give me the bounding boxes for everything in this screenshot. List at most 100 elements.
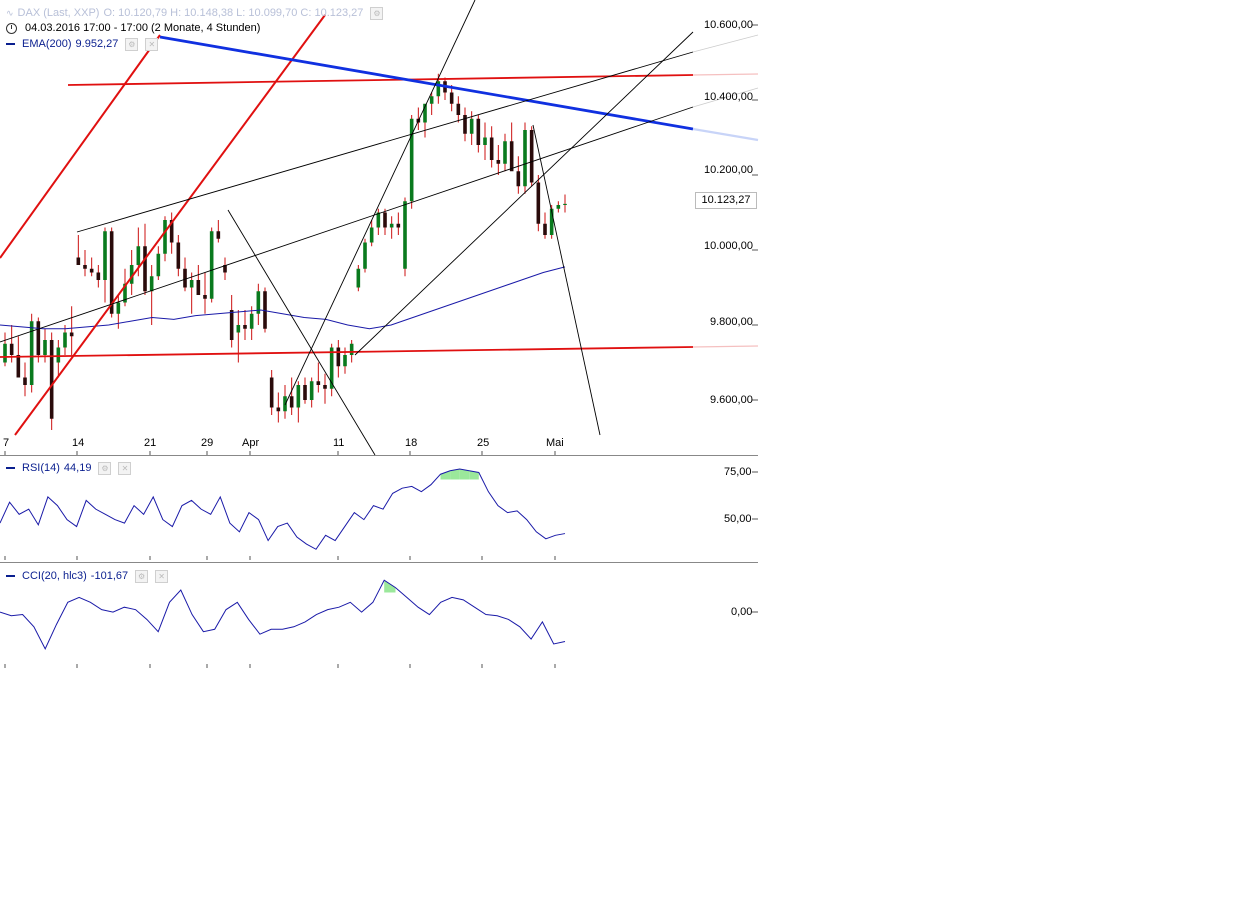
- rsi-line: [0, 468, 566, 550]
- trend-line: [692, 34, 759, 53]
- candle-body: [49, 340, 54, 419]
- time-tick: 11: [333, 437, 345, 449]
- time-tick: Mai: [546, 437, 564, 449]
- cci-value: -101,67: [90, 570, 129, 582]
- rsi-close-icon[interactable]: ✕: [118, 461, 132, 475]
- candle-body: [136, 246, 141, 265]
- ema-value: 9.952,27: [75, 38, 119, 50]
- candle-body: [9, 343, 14, 355]
- ohlc-values: O: 10.120,79 H: 10.148,38 L: 10.099,70 C…: [103, 7, 364, 19]
- candle-body: [369, 227, 374, 243]
- candle-body: [96, 272, 101, 280]
- period-text: 04.03.2016 17:00 - 17:00 (2 Monate, 4 St…: [25, 22, 261, 34]
- candle-body: [363, 242, 367, 269]
- cci-legend: CCI(20, hlc3) -101,67 ⚙ ✕: [6, 569, 169, 583]
- candle-body: [489, 137, 494, 160]
- candle-body: [36, 321, 41, 355]
- cci-line: [0, 579, 566, 650]
- candle-body: [229, 310, 234, 340]
- candle-body: [276, 407, 281, 412]
- candle-body: [483, 137, 487, 145]
- candle-body: [516, 171, 521, 187]
- candle-body: [523, 130, 527, 187]
- candle-body: [103, 231, 107, 280]
- price-tick: 10.600,00: [704, 19, 753, 31]
- candle-body: [316, 381, 321, 385]
- trend-line: [692, 345, 759, 348]
- trend-line: [227, 209, 376, 456]
- candle-body: [236, 325, 241, 333]
- time-tick: 7: [3, 437, 10, 449]
- rsi-label: RSI(14): [22, 462, 60, 474]
- candle-body: [189, 280, 194, 288]
- cci-close-icon[interactable]: ✕: [155, 569, 169, 583]
- candle-body: [543, 223, 547, 235]
- candle-body: [283, 396, 287, 412]
- candle-body: [563, 203, 567, 205]
- candle-body: [296, 385, 301, 408]
- candle-body: [349, 343, 354, 355]
- time-tick: 18: [405, 437, 418, 449]
- candle-body: [469, 118, 474, 134]
- candle-body: [409, 118, 414, 202]
- candle-body: [243, 325, 247, 329]
- candle-body: [69, 332, 74, 337]
- candle-body: [269, 377, 274, 408]
- time-tick: 14: [72, 437, 85, 449]
- candle-body: [63, 332, 67, 348]
- time-tick: 29: [201, 437, 214, 449]
- candle-body: [209, 231, 214, 299]
- time-tick: 25: [477, 437, 490, 449]
- ema-settings-icon[interactable]: ⚙: [125, 37, 139, 51]
- rsi-settings-icon[interactable]: ⚙: [98, 461, 112, 475]
- candle-body: [403, 201, 407, 269]
- rsi-tick: 75,00: [724, 466, 752, 478]
- candle-body: [336, 347, 341, 367]
- candle-body: [396, 223, 401, 228]
- candle-body: [476, 118, 481, 145]
- candle-body: [149, 276, 154, 292]
- rsi-value: 44,19: [63, 462, 92, 474]
- rsi-legend: RSI(14) 44,19 ⚙ ✕: [6, 461, 132, 475]
- candle-body: [56, 347, 61, 363]
- candle-body: [303, 385, 307, 400]
- candle-body: [216, 231, 221, 239]
- price-tick: 10.000,00: [704, 240, 753, 252]
- candle-body: [389, 223, 394, 228]
- trend-line: [0, 34, 161, 259]
- price-tick: 10.200,00: [704, 164, 753, 176]
- candle-body: [289, 396, 294, 408]
- ema-legend: EMA(200) 9.952,27 ⚙ ✕: [6, 37, 159, 51]
- candle-body: [509, 141, 514, 172]
- candle-body: [3, 343, 7, 363]
- candle-body: [263, 291, 267, 329]
- chart-type-icon[interactable]: ∿: [6, 8, 14, 19]
- ema-legend-line: [6, 43, 15, 45]
- candle-body: [143, 246, 147, 292]
- candle-body: [196, 280, 201, 295]
- settings-gear-icon[interactable]: ⚙: [370, 6, 384, 20]
- cci-tick: 0,00: [731, 606, 753, 618]
- ema-close-icon[interactable]: ✕: [145, 37, 159, 51]
- candle-body: [89, 268, 94, 273]
- trend-line: [532, 124, 601, 436]
- cci-settings-icon[interactable]: ⚙: [135, 569, 149, 583]
- trend-line: [692, 73, 759, 76]
- candle-body: [249, 313, 254, 329]
- price-tick: 9.800,00: [710, 316, 753, 328]
- candle-body: [16, 355, 21, 378]
- trend-line: [284, 0, 476, 406]
- candle-body: [356, 268, 361, 288]
- time-tick: 21: [144, 437, 157, 449]
- candle-body: [556, 205, 561, 209]
- rsi-tick: 50,00: [724, 513, 752, 525]
- candle-body: [156, 253, 161, 277]
- candle-body: [203, 295, 207, 299]
- trend-line: [67, 74, 694, 86]
- candle-body: [496, 160, 501, 164]
- candle-body: [43, 340, 47, 355]
- price-tick: 10.400,00: [704, 91, 753, 103]
- clock-icon: [6, 22, 17, 34]
- cci-legend-line: [6, 575, 15, 577]
- rsi-legend-line: [6, 467, 15, 469]
